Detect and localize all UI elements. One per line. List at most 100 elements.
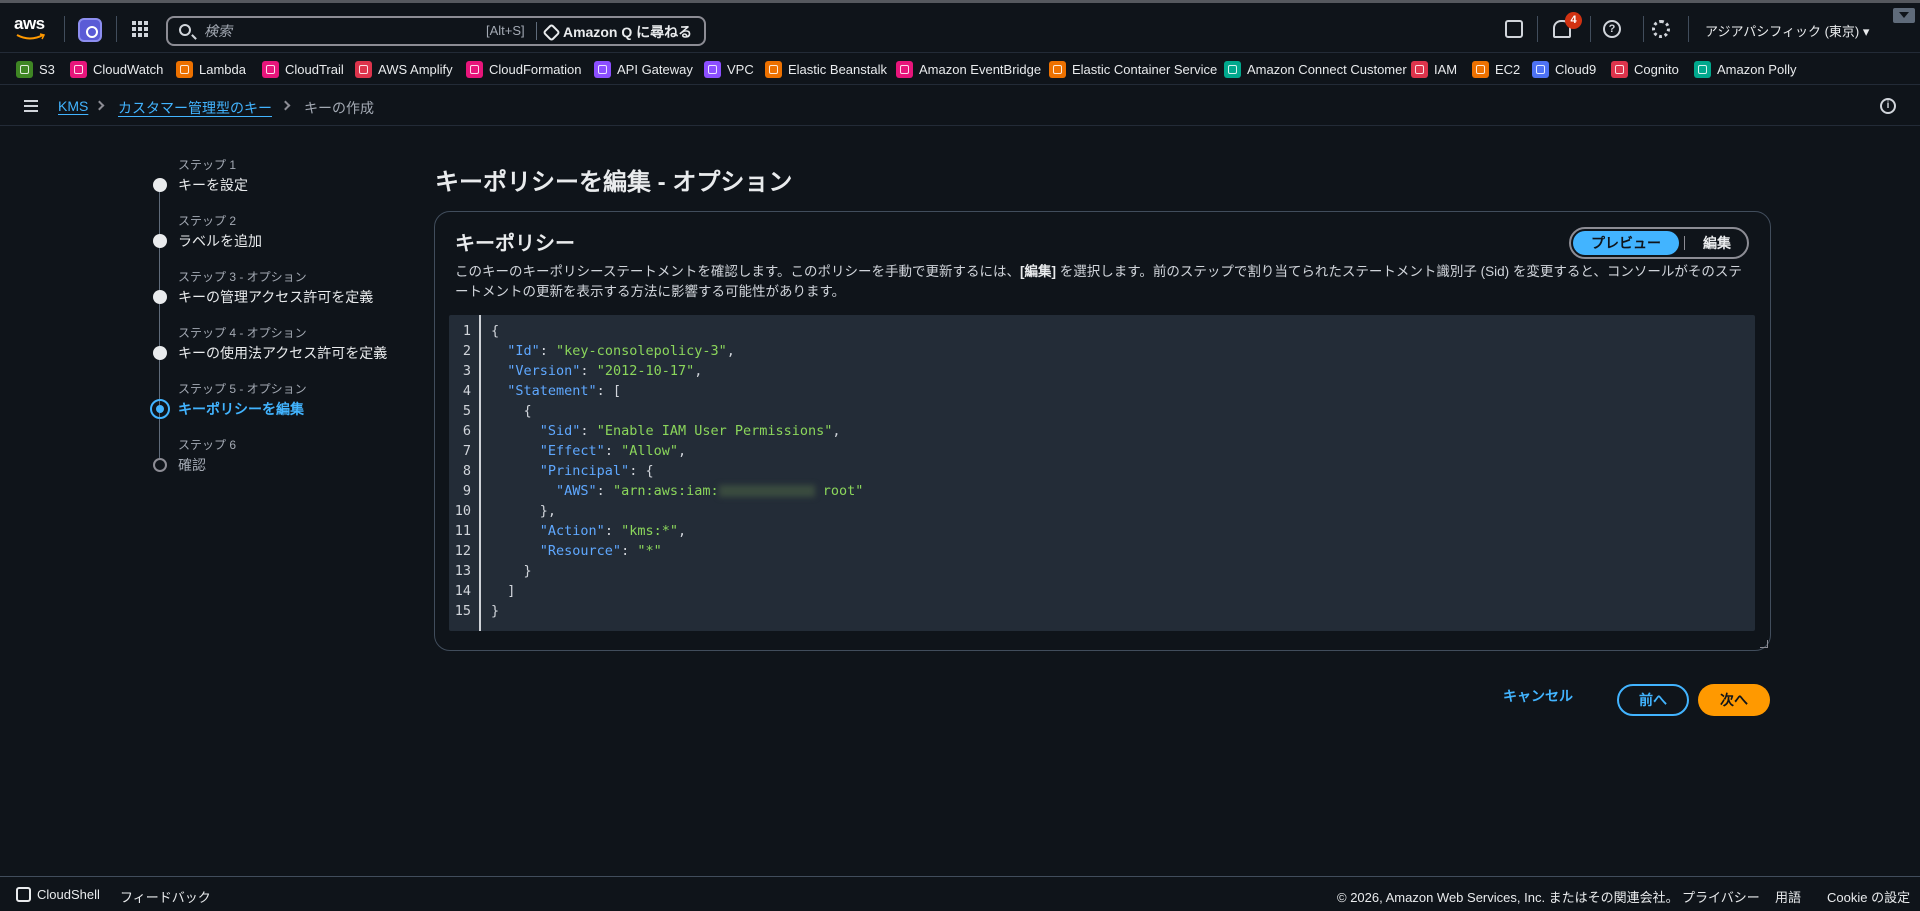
cloudshell-icon[interactable] [16, 887, 31, 902]
service-icon [1049, 61, 1066, 78]
step-name: 確認 [178, 457, 206, 473]
favorite-cloudtrail[interactable]: CloudTrail [262, 61, 344, 78]
collapse-toggle-icon[interactable] [1893, 8, 1915, 23]
favorite-vpc[interactable]: VPC [704, 61, 754, 78]
search-bar[interactable]: [Alt+S] Amazon Q に尋ねる [166, 16, 706, 46]
line-number: 12 [454, 543, 471, 559]
services-grid-icon[interactable] [132, 21, 148, 37]
chevron-right-icon [280, 100, 291, 111]
policy-code-viewer[interactable]: 1 2 3 4 5 6 7 8 9 10 11 12 13 14 15 { "Id": "key-conso… [449, 315, 1755, 631]
favorite-label: Cognito [1634, 62, 1679, 77]
favorite-ec2[interactable]: EC2 [1472, 61, 1520, 78]
cloudshell-icon[interactable] [1505, 20, 1523, 38]
favorite-elastic-beanstalk[interactable]: Elastic Beanstalk [765, 61, 887, 78]
ask-amazon-q-label: Amazon Q に尋ねる [563, 24, 693, 40]
footer-terms-link[interactable]: 用語 [1775, 887, 1801, 906]
page-title: キーポリシーを編集 - オプション [435, 169, 793, 196]
settings-gear-icon[interactable] [1652, 20, 1670, 38]
amazon-q-icon[interactable] [78, 18, 102, 42]
service-icon [1694, 61, 1711, 78]
code-line: { [523, 403, 532, 419]
favorite-amazon-connect-customer[interactable]: Amazon Connect Customer [1224, 61, 1407, 78]
favorite-label: EC2 [1495, 62, 1521, 77]
breadcrumb-bar: KMS カスタマー管理型のキー キーの作成 i [0, 86, 1920, 126]
favorite-cloudwatch[interactable]: CloudWatch [70, 61, 163, 78]
panel-description: このキーのキーポリシーステートメントを確認します。このポリシーを手動で更新するに… [455, 262, 1755, 302]
divider [1643, 16, 1644, 42]
resize-handle-icon[interactable] [1760, 640, 1768, 648]
code-line: "Effect": "Allow", [539, 443, 687, 459]
step-complete-dot-icon [153, 234, 167, 248]
service-icon [704, 61, 721, 78]
favorite-amazon-polly[interactable]: Amazon Polly [1694, 61, 1796, 78]
breadcrumb-kms[interactable]: KMS [58, 98, 88, 114]
info-icon[interactable]: i [1880, 98, 1896, 114]
step-complete-dot-icon [153, 290, 167, 304]
tab-edit[interactable]: 編集 [1687, 231, 1747, 255]
code-line: "Statement": [ [507, 383, 622, 399]
line-number-gutter: 1 2 3 4 5 6 7 8 9 10 11 12 13 14 15 [449, 315, 481, 631]
favorite-elastic-container-service[interactable]: Elastic Container Service [1049, 61, 1217, 78]
favorite-cloud9[interactable]: Cloud9 [1532, 61, 1596, 78]
favorite-label: CloudTrail [285, 62, 344, 77]
search-shortcut: [Alt+S] [486, 23, 525, 38]
divider [1590, 16, 1591, 42]
favorite-amazon-eventbridge[interactable]: Amazon EventBridge [896, 61, 1041, 78]
favorite-label: Cloud9 [1555, 62, 1597, 77]
line-number: 11 [454, 523, 471, 539]
favorite-iam[interactable]: IAM [1411, 61, 1457, 78]
footer-privacy-link[interactable]: プライバシー [1682, 887, 1760, 906]
favorite-label: CloudWatch [93, 62, 164, 77]
service-icon [355, 61, 372, 78]
footer: CloudShell フィードバック © 2026, Amazon Web Se… [0, 876, 1920, 911]
favorite-lambda[interactable]: Lambda [176, 61, 246, 78]
step-label: ステップ 5 - オプション [178, 382, 307, 396]
tab-preview[interactable]: プレビュー [1573, 231, 1679, 255]
previous-button[interactable]: 前へ [1617, 684, 1689, 716]
line-number: 14 [454, 583, 471, 599]
step-name[interactable]: キーの管理アクセス許可を定義 [178, 287, 373, 307]
line-number: 4 [462, 383, 471, 399]
code-line: "Version": "2012-10-17", [507, 363, 703, 379]
aws-logo[interactable]: aws [14, 15, 52, 43]
breadcrumb-customer-managed-keys[interactable]: カスタマー管理型のキー [118, 98, 272, 118]
menu-hamburger-icon[interactable] [24, 100, 38, 112]
step-name[interactable]: キーを設定 [178, 175, 248, 195]
favorite-api-gateway[interactable]: API Gateway [594, 61, 693, 78]
code-line: "Id": "key-consolepolicy-3", [507, 343, 735, 359]
divider [116, 16, 117, 42]
footer-copyright: © 2026, Amazon Web Services, Inc. またはその関… [1337, 890, 1679, 905]
line-number: 9 [462, 483, 471, 499]
region-selector[interactable]: アジアパシフィック (東京) ▾ [1705, 21, 1869, 40]
favorite-aws-amplify[interactable]: AWS Amplify [355, 61, 453, 78]
service-icon [1411, 61, 1428, 78]
favorite-s3[interactable]: S3 [16, 61, 55, 78]
step-name[interactable]: ラベルを追加 [178, 231, 262, 251]
cancel-button[interactable]: キャンセル [1503, 686, 1573, 706]
step-label: ステップ 6 [178, 438, 237, 452]
aws-smile-icon [16, 33, 46, 40]
footer-cloudshell-link[interactable]: CloudShell [37, 887, 100, 902]
aws-logo-text: aws [14, 14, 45, 33]
ask-amazon-q-button[interactable]: Amazon Q に尋ねる [542, 22, 693, 42]
line-number: 8 [462, 463, 471, 479]
divider [1684, 236, 1685, 250]
line-number: 6 [462, 423, 471, 439]
favorite-cognito[interactable]: Cognito [1611, 61, 1679, 78]
next-button[interactable]: 次へ [1698, 684, 1770, 716]
line-number: 1 [462, 323, 471, 339]
footer-feedback-link[interactable]: フィードバック [120, 887, 211, 906]
favorite-cloudformation[interactable]: CloudFormation [466, 61, 582, 78]
service-icon [70, 61, 87, 78]
service-icon [1472, 61, 1489, 78]
help-icon[interactable]: ? [1603, 20, 1621, 38]
step-pending-dot-icon [153, 458, 167, 472]
code-line: "AWS": "arn:aws:iam: root" [556, 483, 864, 499]
favorite-label: S3 [39, 62, 55, 77]
search-input[interactable] [204, 21, 484, 41]
line-number: 13 [454, 563, 471, 579]
step-label: ステップ 4 - オプション [178, 326, 307, 340]
step-label: ステップ 3 - オプション [178, 270, 307, 284]
step-name[interactable]: キーの使用法アクセス許可を定義 [178, 343, 387, 363]
footer-cookie-link[interactable]: Cookie の設定 [1827, 887, 1910, 906]
